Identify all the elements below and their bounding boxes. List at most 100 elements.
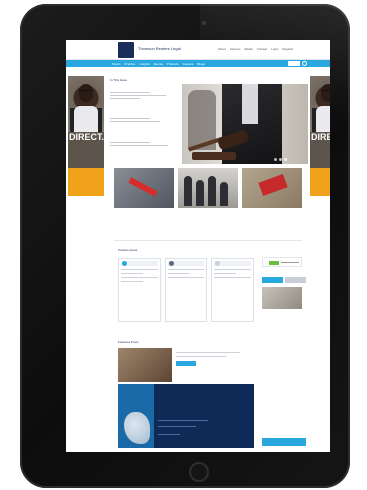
panel-head [214, 261, 252, 266]
nav-item[interactable]: Events [154, 62, 163, 66]
tag-shape [258, 173, 288, 197]
slider-dot[interactable] [274, 158, 277, 161]
panel-head [167, 261, 205, 266]
camera-icon [202, 21, 206, 25]
panel-head [121, 261, 158, 266]
featured-button[interactable] [176, 361, 196, 366]
thumbnail-caption[interactable] [178, 212, 238, 213]
top-link[interactable]: Contact [257, 47, 267, 51]
text-line [167, 277, 205, 278]
person-silhouette [196, 180, 204, 206]
nav-item[interactable]: Topics [112, 62, 121, 66]
thumbnail-captions [114, 212, 302, 213]
text-line [121, 269, 158, 270]
logo-icon[interactable] [118, 42, 134, 58]
ad-photo-face [79, 84, 93, 102]
panels-section-label: Practice Areas [118, 248, 138, 252]
featured-title: Featured Posts [118, 340, 139, 344]
nav-item[interactable]: Practice [125, 62, 136, 66]
panel[interactable] [164, 258, 208, 322]
top-link[interactable]: Media [245, 47, 253, 51]
hero-item[interactable] [110, 116, 176, 122]
slider-dot[interactable] [279, 158, 282, 161]
text-line [110, 98, 140, 99]
text-line [158, 420, 208, 421]
sidebar-tabs [262, 277, 306, 283]
text-line [281, 262, 299, 263]
tablet-frame: Thomson Reuters Legal About Careers Medi… [20, 4, 350, 488]
sidebar-bottom-button[interactable] [262, 438, 306, 446]
ad-body [68, 154, 104, 168]
text-line [121, 281, 143, 282]
practice-panels [118, 258, 255, 322]
top-link[interactable]: Careers [230, 47, 241, 51]
home-button[interactable] [189, 462, 209, 482]
ad-photo-shirt [74, 106, 98, 134]
text-line [121, 277, 158, 278]
thumbnail-people[interactable] [178, 168, 238, 208]
ad-cta[interactable] [68, 168, 104, 196]
panel-icon [122, 261, 127, 266]
ad-photo-face [321, 84, 330, 102]
thumbnail-caption[interactable] [114, 212, 174, 213]
ad-photo [310, 76, 330, 134]
ad-cta[interactable] [310, 168, 330, 196]
slider-dots [274, 158, 287, 161]
promo-banner[interactable] [118, 384, 254, 448]
text-line [214, 277, 252, 278]
text-line [110, 121, 160, 122]
thumbnail-row [114, 168, 302, 208]
side-ad-left[interactable]: DIRECT. [68, 76, 104, 196]
hero-image-gavel[interactable] [182, 84, 308, 164]
featured-text [176, 349, 252, 366]
thumbnail-caption[interactable] [242, 212, 302, 213]
panel[interactable] [118, 258, 161, 322]
thumbnail-chart-down[interactable] [114, 168, 174, 208]
ad-body [310, 154, 330, 168]
gavel-block [192, 152, 236, 160]
panel-icon [168, 261, 174, 266]
sidebar-photo[interactable] [262, 287, 302, 309]
top-link[interactable]: Register [282, 47, 293, 51]
down-arrow-shape [128, 177, 158, 197]
sidebar-tab[interactable] [285, 277, 306, 283]
text-line [121, 273, 143, 274]
nav-item[interactable]: Products [167, 62, 179, 66]
side-ad-right[interactable]: DIRECT. [310, 76, 330, 196]
thumbnail-tag[interactable] [242, 168, 302, 208]
hero-section-label: In This Issue [110, 78, 127, 82]
panel-icon [215, 261, 221, 266]
site-header: Thomson Reuters Legal About Careers Medi… [66, 40, 330, 60]
text-line [167, 269, 205, 270]
panel[interactable] [211, 258, 255, 322]
search-icon[interactable] [302, 61, 307, 66]
sidebar-logo[interactable] [262, 257, 302, 267]
divider [114, 240, 302, 241]
featured-section: Featured Posts [118, 340, 254, 382]
ad-photo-glasses [79, 90, 93, 93]
hero [106, 84, 308, 164]
text-line [176, 352, 240, 353]
top-link[interactable]: About [218, 47, 226, 51]
person-silhouette [220, 182, 228, 206]
text-line [214, 273, 237, 274]
main-nav: Topics Practice Insights Events Products… [66, 60, 330, 67]
featured-image[interactable] [118, 348, 172, 382]
nav-item[interactable]: Careers [183, 62, 194, 66]
sidebar-tab[interactable] [262, 277, 283, 283]
text-line [158, 426, 196, 427]
hero-item[interactable] [110, 140, 176, 146]
nav-item[interactable]: Insights [139, 62, 149, 66]
logo-text[interactable]: Thomson Reuters Legal [138, 46, 181, 51]
text-line [110, 142, 150, 143]
ad-headline: DIRECT. [68, 132, 104, 154]
search-input[interactable] [288, 61, 300, 66]
slider-dot[interactable] [284, 158, 287, 161]
featured-card[interactable] [118, 348, 254, 382]
top-link[interactable]: Login [271, 47, 278, 51]
top-links: About Careers Media Contact Login Regist… [218, 47, 294, 51]
text-line [110, 118, 150, 119]
hero-item[interactable] [110, 90, 176, 99]
ad-photo [68, 76, 104, 134]
nav-item[interactable]: Blogs [197, 62, 205, 66]
